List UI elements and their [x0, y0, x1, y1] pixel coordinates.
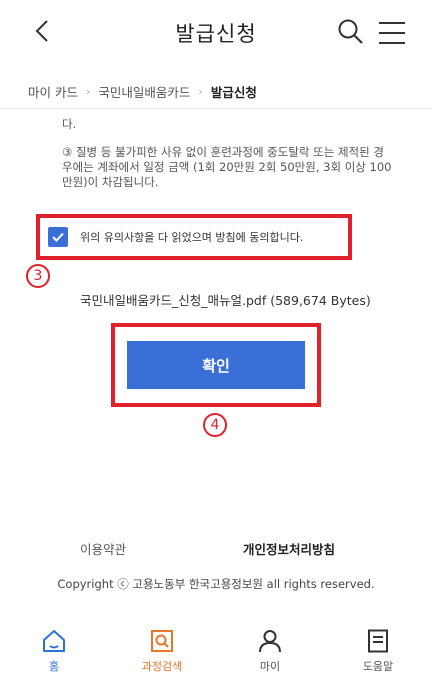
nav-item-my[interactable]: 마이 — [216, 620, 324, 681]
checkmark-icon — [52, 232, 64, 242]
nav-label-course-search: 과정검색 — [141, 660, 183, 673]
agreement-label[interactable]: 위의 유의사항을 다 읽었으며 방침에 동의합니다. — [80, 229, 303, 245]
page-title: 발급신청 — [175, 22, 257, 46]
course-search-icon — [151, 630, 173, 652]
search-button[interactable] — [337, 18, 365, 46]
copyright-text: Copyright ⓒ 고용노동부 한국고용정보원 all rights res… — [57, 577, 375, 591]
hamburger-menu-icon — [379, 22, 405, 44]
divider — [0, 108, 432, 109]
nav-label-help: 도움말 — [362, 660, 394, 673]
help-book-icon — [368, 629, 388, 653]
nav-item-help[interactable]: 도움말 — [324, 620, 432, 681]
nav-item-home[interactable]: 홈 — [0, 620, 108, 681]
confirm-button[interactable]: 확인 — [127, 341, 305, 389]
terms-link[interactable]: 이용약관 — [80, 539, 126, 558]
agreement-checkbox[interactable] — [48, 227, 68, 247]
confirm-highlight: 확인 — [111, 323, 321, 407]
menu-button[interactable] — [377, 20, 407, 46]
step-marker-4: 4 — [203, 413, 227, 437]
breadcrumb-item-my-card[interactable]: 마이 카드 — [28, 82, 78, 101]
nav-label-home: 홈 — [48, 660, 60, 673]
nav-item-course-search[interactable]: 과정검색 — [108, 620, 216, 681]
breadcrumb-separator: › — [198, 85, 203, 98]
privacy-policy-link[interactable]: 개인정보처리방침 — [243, 539, 335, 558]
manual-pdf-link[interactable]: 국민내일배움카드_신청_매뉴얼.pdf (589,674 Bytes) — [80, 290, 371, 309]
breadcrumb-item-current: 발급신청 — [210, 85, 257, 100]
bottom-nav: 홈 과정검색 마이 도움말 — [0, 620, 432, 681]
step-marker-3: 3 — [26, 264, 50, 288]
breadcrumb-item-card[interactable]: 국민내일배움카드 — [98, 82, 190, 101]
user-icon — [259, 630, 281, 653]
agreement-highlight: 위의 유의사항을 다 읽었으며 방침에 동의합니다. — [36, 214, 352, 260]
home-icon — [43, 630, 65, 652]
breadcrumb: 마이 카드 › 국민내일배움카드 › 발급신청 — [28, 82, 257, 101]
notice-item-3: ③ 질병 등 불가피한 사유 없이 훈련과정에 중도탈락 또는 제적된 경우에는… — [62, 145, 392, 189]
search-icon — [338, 19, 363, 44]
nav-label-my: 마이 — [259, 660, 281, 673]
app-header: 발급신청 — [0, 0, 432, 64]
notice-text-tail: 다. — [62, 117, 77, 131]
breadcrumb-separator: › — [85, 85, 91, 98]
